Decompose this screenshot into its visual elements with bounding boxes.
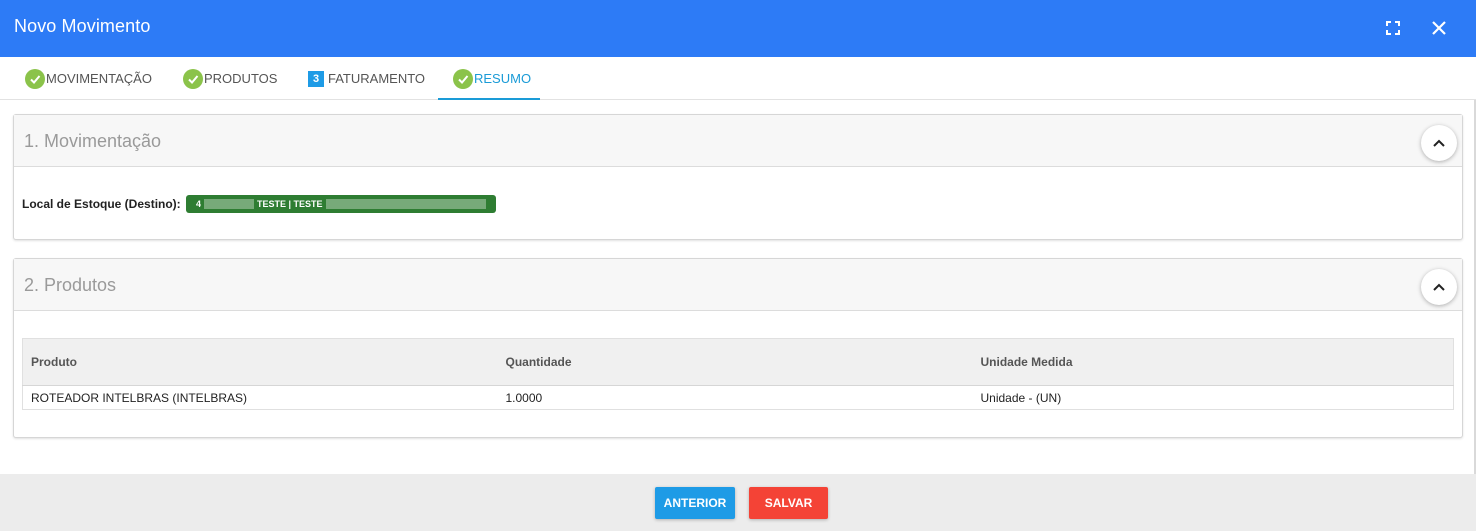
- produtos-panel: 2. Produtos Produto Quantidade Unidade M…: [13, 258, 1463, 438]
- tab-movimentacao[interactable]: MOVIMENTAÇÃO: [25, 57, 152, 100]
- modal-footer: ANTERIOR SALVAR: [0, 474, 1476, 531]
- tab-label: MOVIMENTAÇÃO: [46, 71, 152, 86]
- cell-produto: ROTEADOR INTELBRAS (INTELBRAS): [22, 385, 498, 410]
- previous-button[interactable]: ANTERIOR: [655, 487, 735, 519]
- cell-quantidade: 1.0000: [497, 385, 973, 410]
- tab-resumo[interactable]: RESUMO: [438, 57, 540, 100]
- chevron-up-icon: [1433, 283, 1445, 291]
- movimentacao-panel: 1. Movimentação Local de Estoque (Destin…: [13, 114, 1463, 240]
- redacted-block: [204, 199, 255, 209]
- check-circle-icon: [183, 68, 203, 89]
- tab-label: FATURAMENTO: [328, 71, 426, 86]
- chevron-up-icon: [1433, 139, 1445, 147]
- new-movement-modal: Novo Movimento MOVIMENTAÇÃO PRODUTOS 3 F…: [0, 0, 1476, 531]
- collapse-button[interactable]: [1421, 269, 1457, 305]
- produtos-panel-header: 2. Produtos: [14, 259, 1462, 311]
- stock-location-value: TESTE | TESTE: [257, 199, 323, 209]
- table-header-row: Produto Quantidade Unidade Medida: [22, 338, 1454, 386]
- step-number-badge: 3: [308, 70, 324, 87]
- check-circle-icon: [25, 68, 45, 89]
- tab-faturamento[interactable]: 3 FATURAMENTO: [308, 57, 425, 100]
- fullscreen-icon[interactable]: [1380, 15, 1406, 41]
- redacted-block: [325, 199, 486, 209]
- collapse-button[interactable]: [1421, 125, 1457, 161]
- tab-produtos[interactable]: PRODUTOS: [183, 57, 277, 100]
- stock-location-label: Local de Estoque (Destino):: [22, 197, 181, 211]
- column-header-produto[interactable]: Produto: [22, 338, 498, 386]
- wizard-tabs: MOVIMENTAÇÃO PRODUTOS 3 FATURAMENTO RESU…: [0, 57, 1476, 100]
- stock-location-prefix: 4: [196, 199, 202, 209]
- panel-title: 1. Movimentação: [24, 131, 162, 151]
- column-header-quantidade[interactable]: Quantidade: [497, 338, 973, 386]
- panel-title: 2. Produtos: [24, 275, 117, 295]
- close-icon[interactable]: [1426, 15, 1452, 41]
- tab-label: RESUMO: [474, 71, 532, 86]
- products-table: Produto Quantidade Unidade Medida ROTEAD…: [22, 338, 1454, 410]
- modal-title: Novo Movimento: [14, 16, 151, 36]
- movimentacao-panel-header: 1. Movimentação: [14, 115, 1462, 167]
- table-row[interactable]: ROTEADOR INTELBRAS (INTELBRAS) 1.0000 Un…: [22, 385, 1454, 410]
- modal-header: Novo Movimento: [0, 0, 1476, 57]
- column-header-unidade[interactable]: Unidade Medida: [972, 338, 1454, 386]
- save-button[interactable]: SALVAR: [749, 487, 828, 519]
- cell-unidade: Unidade - (UN): [972, 385, 1454, 410]
- stock-location-badge: 4 TESTE | TESTE: [186, 195, 496, 213]
- tab-label: PRODUTOS: [204, 71, 278, 86]
- check-circle-icon: [453, 68, 473, 89]
